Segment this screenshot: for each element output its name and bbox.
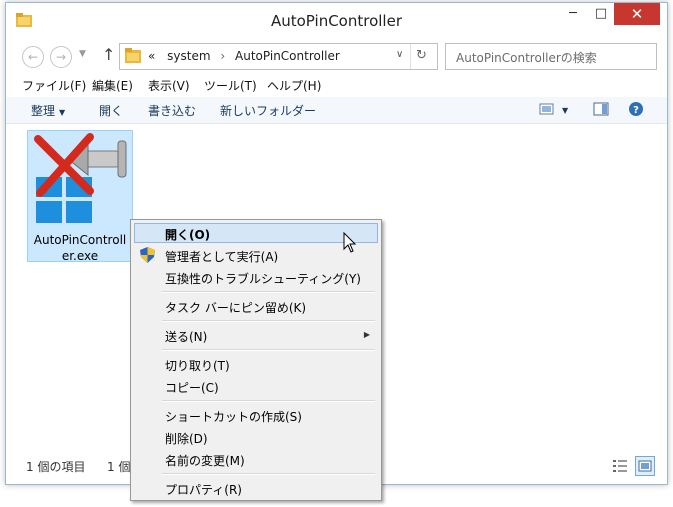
new-folder-button[interactable]: 新しいフォルダー <box>220 102 316 119</box>
file-name-line1: AutoPinControll <box>33 233 127 247</box>
menu-separator <box>162 473 375 475</box>
menu-item-label: 管理者として実行(A) <box>165 250 279 264</box>
menu-item-label: タスク バーにピン留め(K) <box>165 301 307 315</box>
menu-edit[interactable]: 編集(E) <box>92 77 133 94</box>
chevron-down-icon[interactable]: ∨ <box>396 49 403 60</box>
menu-item-label: 送る(N) <box>165 330 208 344</box>
maximize-button[interactable]: □ <box>588 3 614 25</box>
mouse-cursor-icon <box>343 232 357 253</box>
change-view-icon[interactable] <box>539 101 555 117</box>
menu-item-delete[interactable]: 削除(D) <box>134 427 378 447</box>
arrow-up-icon: ↑ <box>102 45 116 64</box>
command-bar: 整理 ▼ 開く 書き込む 新しいフォルダー ▼ ? <box>6 97 667 124</box>
recent-locations-dropdown[interactable]: ▼ <box>79 49 86 59</box>
up-button[interactable]: ↑ <box>102 45 115 64</box>
preview-pane-icon[interactable] <box>593 101 609 117</box>
menu-file[interactable]: ファイル(F) <box>22 77 86 94</box>
address-row: ← → ▼ ↑ « system › AutoPinController ∨ ↻ <box>6 41 667 71</box>
search-placeholder: AutoPinControllerの検索 <box>456 51 597 65</box>
menu-item-label: 切り取り(T) <box>165 359 230 373</box>
menu-item-label: 互換性のトラブルシューティング(Y) <box>165 272 361 286</box>
open-button[interactable]: 開く <box>99 102 123 119</box>
item-count: 1 個の項目 <box>26 460 86 474</box>
menu-help[interactable]: ヘルプ(H) <box>267 77 321 94</box>
menu-bar: ファイル(F) 編集(E) 表示(V) ツール(T) ヘルプ(H) <box>6 75 667 95</box>
svg-text:?: ? <box>633 105 639 116</box>
menu-item-run-as-admin[interactable]: 管理者として実行(A) <box>134 245 378 265</box>
address-bar[interactable]: « system › AutoPinController ∨ ↻ <box>119 43 438 70</box>
organize-button[interactable]: 整理 ▼ <box>31 102 65 119</box>
title-bar[interactable]: AutoPinController ─ □ ✕ <box>6 3 667 39</box>
submenu-arrow-icon: ▶ <box>363 330 370 339</box>
dropdown-arrow-icon: ▼ <box>59 108 66 117</box>
breadcrumb-item-current[interactable]: AutoPinController <box>235 49 340 63</box>
file-item[interactable]: AutoPinControll er.exe <box>27 130 133 264</box>
breadcrumb-item-system[interactable]: system <box>167 49 210 63</box>
menu-tools[interactable]: ツール(T) <box>204 77 257 94</box>
menu-item-copy[interactable]: コピー(C) <box>134 376 378 396</box>
menu-item-properties[interactable]: プロパティ(R) <box>134 478 378 498</box>
details-view-icon[interactable] <box>612 458 628 474</box>
selected-count: 1 個 <box>107 460 131 474</box>
menu-separator <box>162 320 375 322</box>
breadcrumb-separator[interactable]: › <box>220 49 225 63</box>
menu-item-label: プロパティ(R) <box>165 483 242 497</box>
large-icons-icon <box>638 460 652 472</box>
menu-item-rename[interactable]: 名前の変更(M) <box>134 449 378 469</box>
breadcrumb-overflow[interactable]: « <box>148 49 155 63</box>
menu-item-label: 名前の変更(M) <box>165 454 245 468</box>
refresh-icon[interactable]: ↻ <box>416 48 427 63</box>
back-button[interactable]: ← <box>22 46 44 68</box>
menu-separator <box>162 291 375 293</box>
application-icon <box>34 133 127 223</box>
forward-button[interactable]: → <box>50 46 72 68</box>
menu-item-label: コピー(C) <box>165 381 219 395</box>
menu-view[interactable]: 表示(V) <box>148 77 190 94</box>
menu-separator <box>162 349 375 351</box>
menu-separator <box>162 400 375 402</box>
file-name-line2: er.exe <box>61 249 99 263</box>
minimize-button[interactable]: ─ <box>560 3 586 25</box>
organize-label: 整理 <box>31 104 56 118</box>
menu-item-create-shortcut[interactable]: ショートカットの作成(S) <box>134 405 378 425</box>
large-icons-view-button[interactable] <box>635 456 655 476</box>
menu-item-label: ショートカットの作成(S) <box>165 410 302 424</box>
search-input[interactable]: AutoPinControllerの検索 <box>445 43 657 70</box>
burn-button[interactable]: 書き込む <box>148 102 196 119</box>
breadcrumb: « system › AutoPinController <box>148 49 340 63</box>
arrow-left-icon: ← <box>27 50 39 64</box>
view-dropdown-icon[interactable]: ▼ <box>562 106 568 115</box>
menu-item-cut[interactable]: 切り取り(T) <box>134 354 378 374</box>
menu-item-troubleshoot[interactable]: 互換性のトラブルシューティング(Y) <box>134 267 378 287</box>
arrow-right-icon: → <box>55 50 67 64</box>
menu-item-pin-taskbar[interactable]: タスク バーにピン留め(K) <box>134 296 378 316</box>
context-menu: 開く(O) 管理者として実行(A) 互換性のトラブルシューティング(Y) タスク… <box>130 219 382 501</box>
close-button[interactable]: ✕ <box>614 3 660 25</box>
help-icon[interactable]: ? <box>628 101 644 117</box>
file-name: AutoPinControll er.exe <box>28 232 132 264</box>
menu-item-label: 削除(D) <box>165 432 208 446</box>
menu-item-send-to[interactable]: 送る(N) ▶ <box>134 325 378 345</box>
menu-item-label: 開く(O) <box>165 228 211 242</box>
folder-icon <box>125 48 141 63</box>
menu-item-open[interactable]: 開く(O) <box>134 223 378 243</box>
address-divider <box>410 44 411 69</box>
uac-shield-icon <box>140 247 155 263</box>
